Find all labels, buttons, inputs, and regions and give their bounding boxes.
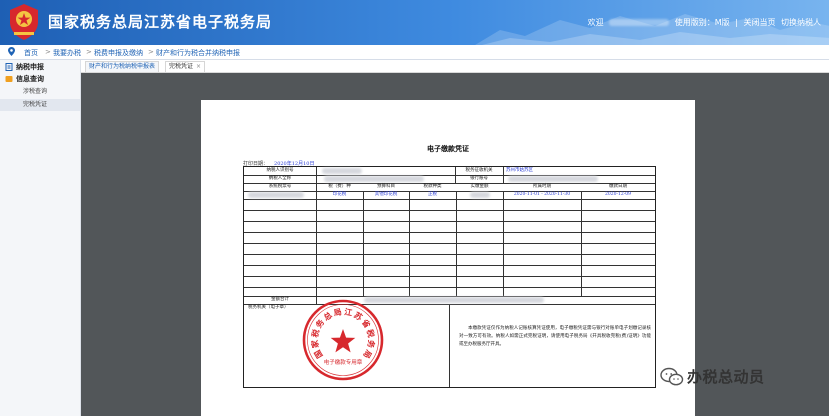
tab-label: 完税凭证 — [169, 63, 194, 70]
site-header: 国家税务总局江苏省电子税务局 欢迎 使用版别：M版 | 关闭当页 切换纳税人 — [0, 0, 829, 45]
emblem-icon — [10, 4, 38, 40]
bank-account-label: 银行账号 — [470, 176, 488, 181]
col-tax-type: 税（费）种 — [328, 184, 351, 189]
official-seal: 国家税务总局江苏省税务局电子缴款专用章 — [302, 299, 384, 381]
sidebar-item-label: 完税凭证 — [23, 101, 48, 108]
seal-character: 总 — [322, 310, 334, 323]
tax-authority-value: 苏州市姑苏区 — [506, 168, 533, 173]
breadcrumb-current: 财产和行为税合并纳税申报 — [156, 49, 240, 57]
bank-account-masked — [508, 176, 598, 182]
voucher-page: 电子缴款凭证 打印日期： 2020年12月10日 纳税人识别号 税务征收机关 苏… — [201, 100, 695, 416]
switch-user-link[interactable]: 切换纳税人 — [781, 18, 821, 27]
breadcrumb-home[interactable]: 首页 — [24, 48, 38, 58]
location-pin-icon — [8, 47, 15, 56]
taxpayer-name-masked — [324, 176, 424, 182]
seal-character: 局 — [332, 307, 343, 318]
cell-period: 2020-11-01 - 2020-11-30 — [513, 192, 571, 197]
taxpayer-id-label: 纳税人识别号 — [266, 168, 294, 173]
cell-tax-type: 印花税 — [332, 192, 347, 197]
voucher-note: 本缴款凭证仅作为纳税人记账核算凭证使用，电子缴税凭证需与银行对账单电子划缴记录核… — [459, 326, 651, 348]
breadcrumb-separator: > — [148, 48, 154, 56]
seal-bottom-text: 电子缴款专用章 — [324, 358, 363, 366]
cell-tax-item: 正税 — [428, 192, 437, 197]
tab-property-declaration[interactable]: 财产和行为税纳税申报表 — [85, 61, 160, 72]
cell-pay-date: 2020-12-09 — [605, 192, 631, 197]
sidebar-item-label: 信息查询 — [16, 75, 44, 83]
sidebar-item-tax-declaration[interactable]: 纳税申报 — [0, 61, 80, 73]
watermark-text: 办税总动员 — [687, 368, 765, 386]
header-links: 欢迎 使用版别：M版 | 关闭当页 切换纳税人 — [585, 17, 821, 28]
header-separator: | — [735, 18, 738, 27]
breadcrumb-separator: > — [86, 48, 92, 56]
tab-tax-certificate[interactable]: 完税凭证 × — [165, 61, 206, 72]
breadcrumb-tax-affairs[interactable]: 我要办税 — [53, 48, 81, 58]
breadcrumb-declaration[interactable]: 税费申报及缴纳 — [94, 48, 143, 58]
col-voucher-no: 系统税票号 — [268, 184, 292, 189]
sidebar-item-tax-query[interactable]: 涉税查询 — [0, 86, 80, 98]
taxpayer-name-label: 纳税人全称 — [268, 176, 292, 181]
amount-masked — [470, 192, 490, 198]
authority-stamp-label: 税务机关（电子章） — [248, 305, 289, 310]
sidebar-item-label: 涉税查询 — [23, 88, 48, 95]
close-page-link[interactable]: 关闭当页 — [743, 18, 775, 27]
welcome-text: 欢迎 — [587, 18, 604, 27]
seal-character: 家 — [309, 338, 320, 348]
use-version-link[interactable]: 使用版别：M版 — [675, 18, 730, 27]
sidebar-item-info-query[interactable]: 信息查询 — [0, 73, 80, 85]
seal-character: 税 — [310, 328, 322, 338]
col-amount: 实缴金额 — [470, 184, 489, 189]
seal-character: 务 — [366, 339, 377, 349]
username-masked — [609, 19, 670, 26]
close-icon[interactable]: × — [196, 63, 201, 70]
seal-character: 国 — [312, 348, 325, 360]
total-masked — [364, 297, 544, 303]
tab-label: 财产和行为税纳税申报表 — [89, 63, 156, 70]
col-period: 所属时期 — [533, 184, 551, 189]
col-tax-item: 税款种类 — [423, 184, 442, 189]
breadcrumb-separator: > — [45, 48, 51, 56]
seal-character: 江 — [344, 306, 354, 317]
sidebar: 纳税申报 信息查询 涉税查询 完税凭证 — [0, 60, 81, 416]
seal-character: 局 — [361, 347, 373, 359]
wechat-icon — [660, 367, 684, 386]
col-pay-date: 缴款日期 — [609, 184, 627, 189]
doc-icon — [5, 63, 13, 71]
voucher-no-masked — [248, 192, 304, 198]
sidebar-item-tax-certificate[interactable]: 完税凭证 — [0, 99, 80, 111]
col-budget-item: 预算科目 — [377, 184, 395, 189]
tab-bar: 财产和行为税纳税申报表 完税凭证 × — [81, 60, 829, 73]
site-title: 国家税务总局江苏省电子税务局 — [48, 13, 273, 31]
tax-authority-label: 税务征收机关 — [465, 168, 493, 173]
taxpayer-id-masked — [322, 168, 362, 174]
sidebar-item-label: 纳税申报 — [16, 63, 44, 71]
cell-budget-item: 其他印花税 — [374, 192, 398, 197]
voucher-title: 电子缴款凭证 — [427, 144, 469, 153]
info-icon — [5, 76, 13, 82]
breadcrumb: 首页 > 我要办税 > 税费申报及缴纳 > 财产和行为税合并纳税申报 — [0, 45, 829, 60]
seal-character: 税 — [365, 328, 377, 338]
